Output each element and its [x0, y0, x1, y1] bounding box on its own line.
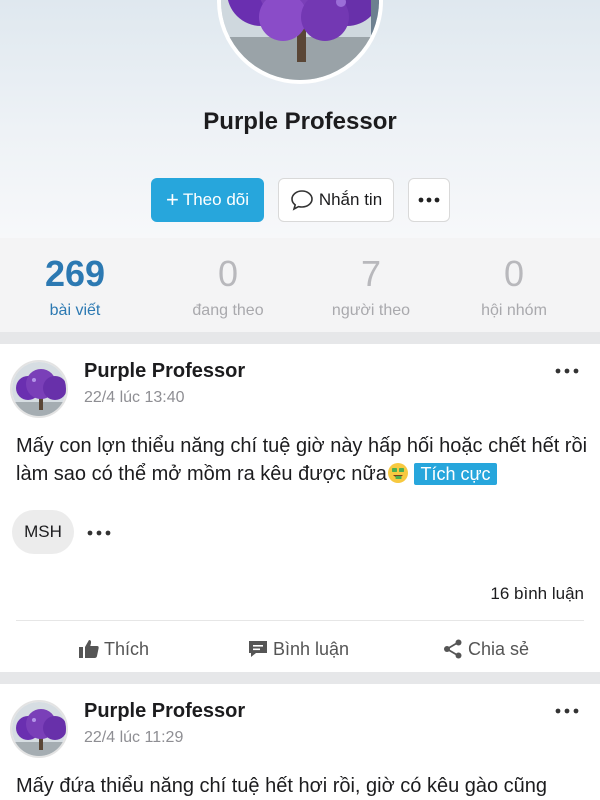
- chat-bubble-icon: [291, 190, 313, 211]
- purple-tree-photo: [221, 0, 379, 80]
- message-label: Nhắn tin: [318, 190, 383, 209]
- profile-more-button[interactable]: [408, 178, 450, 222]
- post-text: Mấy con lợn thiểu năng chí tuệ giờ này h…: [16, 435, 588, 485]
- profile-stats: 269 bài viết 0 đang theo 7 người theo 0 …: [0, 238, 600, 332]
- profile-header: Purple Professor + Theo dõi Nhắn tin: [0, 0, 600, 238]
- post-timestamp: 22/4 lúc 11:29: [84, 729, 184, 746]
- post-author-avatar[interactable]: [10, 360, 68, 418]
- post-body: Mấy đứa thiểu năng chí tuệ hết hơi rồi, …: [16, 772, 588, 800]
- share-button[interactable]: Chia sẻ: [442, 634, 529, 664]
- more-dots-icon: [555, 708, 579, 714]
- msh-chip[interactable]: MSH: [12, 510, 74, 554]
- stat-followers-label: người theo: [331, 302, 411, 319]
- post-timestamp: 22/4 lúc 13:40: [84, 389, 185, 406]
- post-text: Mấy đứa thiểu năng chí tuệ hết hơi rồi, …: [16, 775, 548, 797]
- follow-label: Theo dõi: [182, 190, 250, 209]
- stat-followers-value: 7: [360, 253, 382, 294]
- stat-posts[interactable]: 269 bài viết: [0, 254, 150, 320]
- comment-count[interactable]: 16 bình luận: [490, 584, 584, 604]
- comment-label: Bình luận: [273, 638, 350, 659]
- post-author-avatar[interactable]: [10, 700, 68, 758]
- post-author-name[interactable]: Purple Professor: [84, 700, 245, 723]
- profile-avatar[interactable]: [217, 0, 383, 84]
- stat-following[interactable]: 0 đang theo: [153, 254, 303, 320]
- more-dots-icon: [555, 368, 579, 374]
- post-menu-button[interactable]: [550, 700, 584, 722]
- more-dots-icon: [87, 530, 111, 536]
- more-dots-icon: [418, 197, 440, 203]
- chip-more-button[interactable]: [86, 526, 112, 538]
- purple-tree-thumbnail: [12, 362, 66, 416]
- stat-groups[interactable]: 0 hội nhóm: [439, 254, 589, 320]
- money-mouth-face-emoji: [387, 463, 408, 483]
- msh-chip-label: MSH: [24, 522, 62, 541]
- sentiment-tag[interactable]: Tích cực: [414, 463, 497, 485]
- plus-icon: +: [165, 187, 179, 212]
- comment-icon: [249, 641, 267, 657]
- share-label: Chia sẻ: [468, 638, 530, 659]
- message-button[interactable]: Nhắn tin: [278, 178, 394, 222]
- share-icon: [444, 639, 462, 659]
- stat-followers[interactable]: 7 người theo: [296, 254, 446, 320]
- post-card: Purple Professor 22/4 lúc 11:29 Mấy đứa …: [0, 684, 600, 800]
- stat-following-value: 0: [217, 253, 239, 294]
- thumbs-up-icon: [79, 640, 99, 658]
- stat-posts-value: 269: [44, 253, 106, 294]
- post-author-name[interactable]: Purple Professor: [84, 360, 245, 383]
- stat-groups-value: 0: [503, 253, 525, 294]
- profile-name: Purple Professor: [203, 108, 397, 135]
- post-body: Mấy con lợn thiểu năng chí tuệ giờ này h…: [16, 432, 588, 488]
- like-button[interactable]: Thích: [78, 634, 149, 664]
- stat-groups-label: hội nhóm: [481, 302, 547, 319]
- post-menu-button[interactable]: [550, 360, 584, 382]
- stat-following-label: đang theo: [192, 302, 264, 319]
- like-label: Thích: [104, 638, 150, 659]
- purple-tree-thumbnail: [12, 702, 66, 756]
- post-card: Purple Professor 22/4 lúc 13:40 Mấy con …: [0, 344, 600, 672]
- post-divider: [16, 620, 584, 621]
- comment-button[interactable]: Bình luận: [247, 634, 349, 664]
- follow-button[interactable]: + Theo dõi: [151, 178, 264, 222]
- stat-posts-label: bài viết: [49, 302, 101, 319]
